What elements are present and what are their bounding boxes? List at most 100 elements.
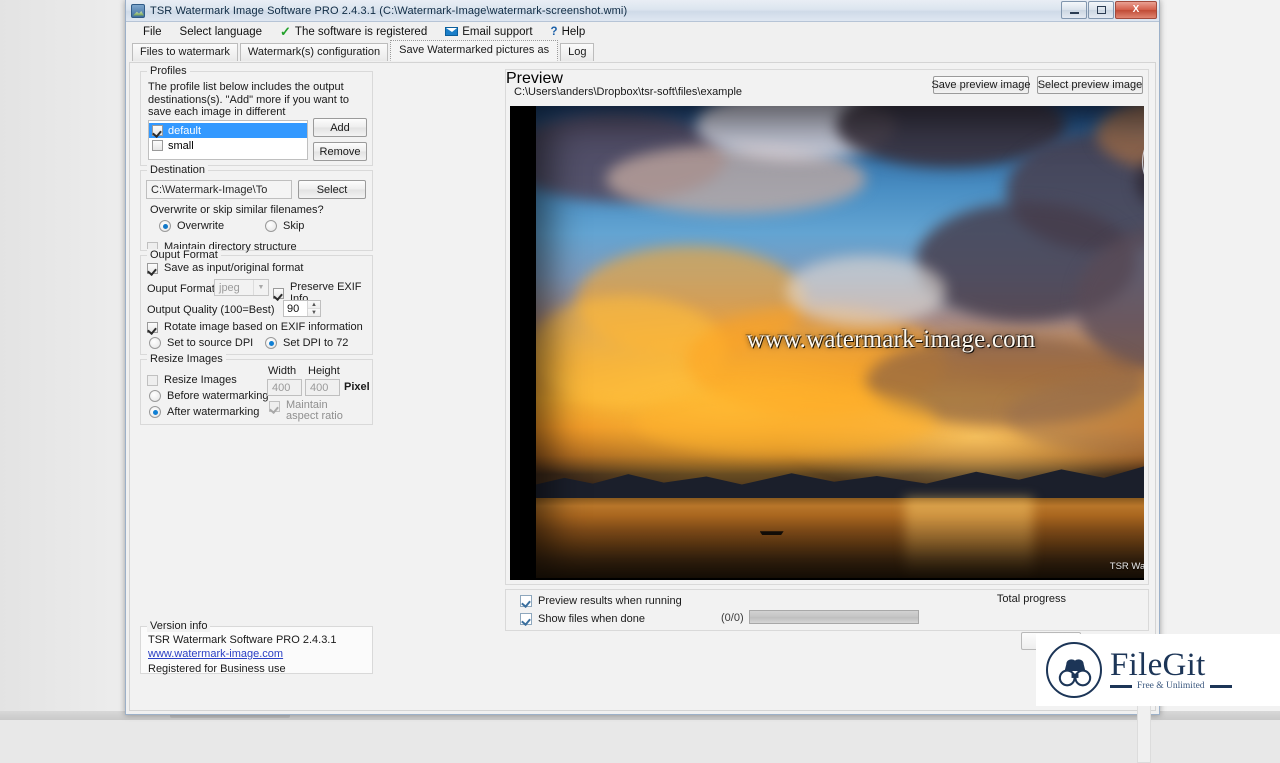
destination-path-value: C:\Watermark-Image\To	[151, 184, 267, 196]
select-destination-button[interactable]: Select	[298, 180, 366, 199]
output-format-field-label: Ouput Format	[147, 283, 215, 295]
binoculars-icon	[1046, 642, 1102, 698]
overwrite-label: Overwrite	[177, 220, 224, 232]
output-quality-stepper[interactable]: 90 ▲ ▼	[283, 300, 321, 317]
menu-item-select-language[interactable]: Select language	[171, 26, 271, 38]
maximize-button[interactable]	[1088, 1, 1114, 19]
profile-label: default	[168, 125, 201, 137]
resize-width-input[interactable]: 400	[267, 379, 302, 396]
preview-results-checkbox[interactable]	[520, 595, 532, 607]
preserve-exif-checkbox[interactable]	[273, 288, 284, 299]
preview-actions: Save preview image Select preview image	[933, 76, 1143, 94]
minimize-button[interactable]	[1061, 1, 1087, 19]
watermark-credit: TSR Watermark Image 2013 ©	[1110, 561, 1144, 572]
tagline-dash-left	[1110, 685, 1132, 688]
show-files-checkbox[interactable]	[520, 613, 532, 625]
remove-profile-button[interactable]: Remove	[313, 142, 367, 161]
minimize-icon	[1070, 12, 1079, 14]
stepper-arrows[interactable]: ▲ ▼	[307, 301, 320, 316]
overwrite-question-label: Overwrite or skip similar filenames?	[150, 204, 324, 216]
preview-photo: www.watermark-image.com TSR Watermark Im…	[536, 106, 1144, 578]
overwrite-radio[interactable]	[159, 220, 171, 232]
output-quality-label: Output Quality (100=Best)	[147, 304, 274, 316]
add-profile-button[interactable]: Add	[313, 118, 367, 137]
add-profile-label: Add	[330, 122, 350, 134]
after-watermarking-radio-option[interactable]: After watermarking	[149, 406, 259, 418]
save-as-input-format-checkbox[interactable]	[147, 263, 158, 274]
show-files-label: Show files when done	[538, 613, 645, 625]
maintain-aspect-ratio-checkbox[interactable]	[269, 401, 280, 412]
tab-watermarks-configuration[interactable]: Watermark(s) configuration	[240, 43, 388, 61]
resize-images-checkbox[interactable]	[147, 375, 158, 386]
menu-item-help[interactable]: ? Help	[542, 26, 595, 38]
profile-checkbox[interactable]	[152, 140, 163, 151]
chevron-up-icon[interactable]: ▲	[308, 301, 320, 309]
output-format-select[interactable]: jpeg ▼	[214, 279, 269, 296]
remove-profile-label: Remove	[320, 146, 361, 158]
before-watermarking-label: Before watermarking	[167, 390, 269, 402]
resize-images-group: Resize Images Resize Images Before water…	[140, 359, 373, 425]
list-item[interactable]: default	[149, 123, 307, 138]
website-link[interactable]: www.watermark-image.com	[148, 648, 283, 660]
tagline-dash-right	[1210, 685, 1232, 688]
show-files-option[interactable]: Show files when done	[520, 613, 645, 625]
skip-radio-option[interactable]: Skip	[265, 220, 304, 232]
close-button[interactable]: X	[1115, 1, 1157, 19]
application-window: TSR Watermark Image Software PRO 2.4.3.1…	[125, 0, 1160, 715]
after-watermarking-label: After watermarking	[167, 406, 259, 418]
skip-label: Skip	[283, 220, 304, 232]
tab-save-watermarked-pictures-as-label: Save Watermarked pictures as	[399, 44, 549, 56]
after-watermarking-radio[interactable]	[149, 406, 161, 418]
list-item[interactable]: small	[149, 138, 307, 153]
output-quality-value: 90	[284, 301, 307, 316]
maximize-icon	[1097, 6, 1106, 14]
menu-item-registration-status[interactable]: ✓ The software is registered	[271, 24, 436, 40]
resize-height-value: 400	[310, 382, 328, 394]
dpi-72-label: Set DPI to 72	[283, 337, 348, 349]
height-column-header: Height	[308, 365, 340, 377]
resize-height-input[interactable]: 400	[305, 379, 340, 396]
preview-source-path: C:\Users\anders\Dropbox\tsr-soft\files\e…	[514, 86, 742, 98]
overwrite-radio-option[interactable]: Overwrite	[159, 220, 224, 232]
resize-images-option[interactable]: Resize Images	[147, 374, 237, 386]
dpi-72-radio-option[interactable]: Set DPI to 72	[265, 337, 348, 349]
source-dpi-label: Set to source DPI	[167, 337, 253, 349]
profile-checkbox[interactable]	[152, 125, 163, 136]
menu-item-email-support-label: Email support	[462, 26, 532, 38]
tab-files-to-watermark[interactable]: Files to watermark	[132, 43, 238, 61]
before-watermarking-radio-option[interactable]: Before watermarking	[149, 390, 269, 402]
menu-item-select-language-label: Select language	[180, 26, 262, 38]
cloud	[636, 386, 936, 456]
save-preview-image-button[interactable]: Save preview image	[933, 76, 1029, 94]
rotate-based-on-exif-option[interactable]: Rotate image based on EXIF information	[147, 321, 363, 333]
output-format-group: Ouput Format Save as input/original form…	[140, 255, 373, 355]
window-controls: X	[1061, 1, 1157, 19]
rotate-based-on-exif-checkbox[interactable]	[147, 322, 158, 333]
profiles-list[interactable]: default small	[148, 120, 308, 160]
before-watermarking-radio[interactable]	[149, 390, 161, 402]
save-as-input-format-option[interactable]: Save as input/original format	[147, 262, 303, 274]
source-dpi-radio[interactable]	[149, 337, 161, 349]
tab-panel-save-watermarked: Profiles The profile list below includes…	[129, 62, 1156, 711]
skip-radio[interactable]	[265, 220, 277, 232]
preview-canvas[interactable]: www.watermark-image.com TSR Watermark Im…	[510, 106, 1144, 580]
tab-watermarks-configuration-label: Watermark(s) configuration	[248, 46, 380, 58]
menu-item-email-support[interactable]: Email support	[436, 26, 541, 38]
maintain-aspect-ratio-option[interactable]: Maintain aspect ratio	[269, 400, 358, 422]
tab-log[interactable]: Log	[560, 43, 594, 61]
destination-path-input[interactable]: C:\Watermark-Image\To	[146, 180, 292, 199]
dpi-72-radio[interactable]	[265, 337, 277, 349]
menu-item-file[interactable]: File	[134, 26, 171, 38]
chevron-down-icon[interactable]: ▼	[308, 309, 320, 316]
watermark-text: www.watermark-image.com	[747, 326, 1036, 354]
output-format-value: jpeg	[219, 282, 240, 294]
photo-water	[536, 498, 1144, 578]
preview-results-option[interactable]: Preview results when running	[520, 595, 682, 607]
output-format-legend: Ouput Format	[147, 249, 221, 261]
filegit-name: FileGit	[1110, 649, 1232, 681]
select-preview-image-button[interactable]: Select preview image	[1037, 76, 1143, 94]
filegit-text-block: FileGit Free & Unlimited	[1110, 649, 1232, 691]
tab-save-watermarked-pictures-as[interactable]: Save Watermarked pictures as	[390, 40, 558, 61]
resize-images-legend: Resize Images	[147, 353, 226, 365]
source-dpi-radio-option[interactable]: Set to source DPI	[149, 337, 253, 349]
